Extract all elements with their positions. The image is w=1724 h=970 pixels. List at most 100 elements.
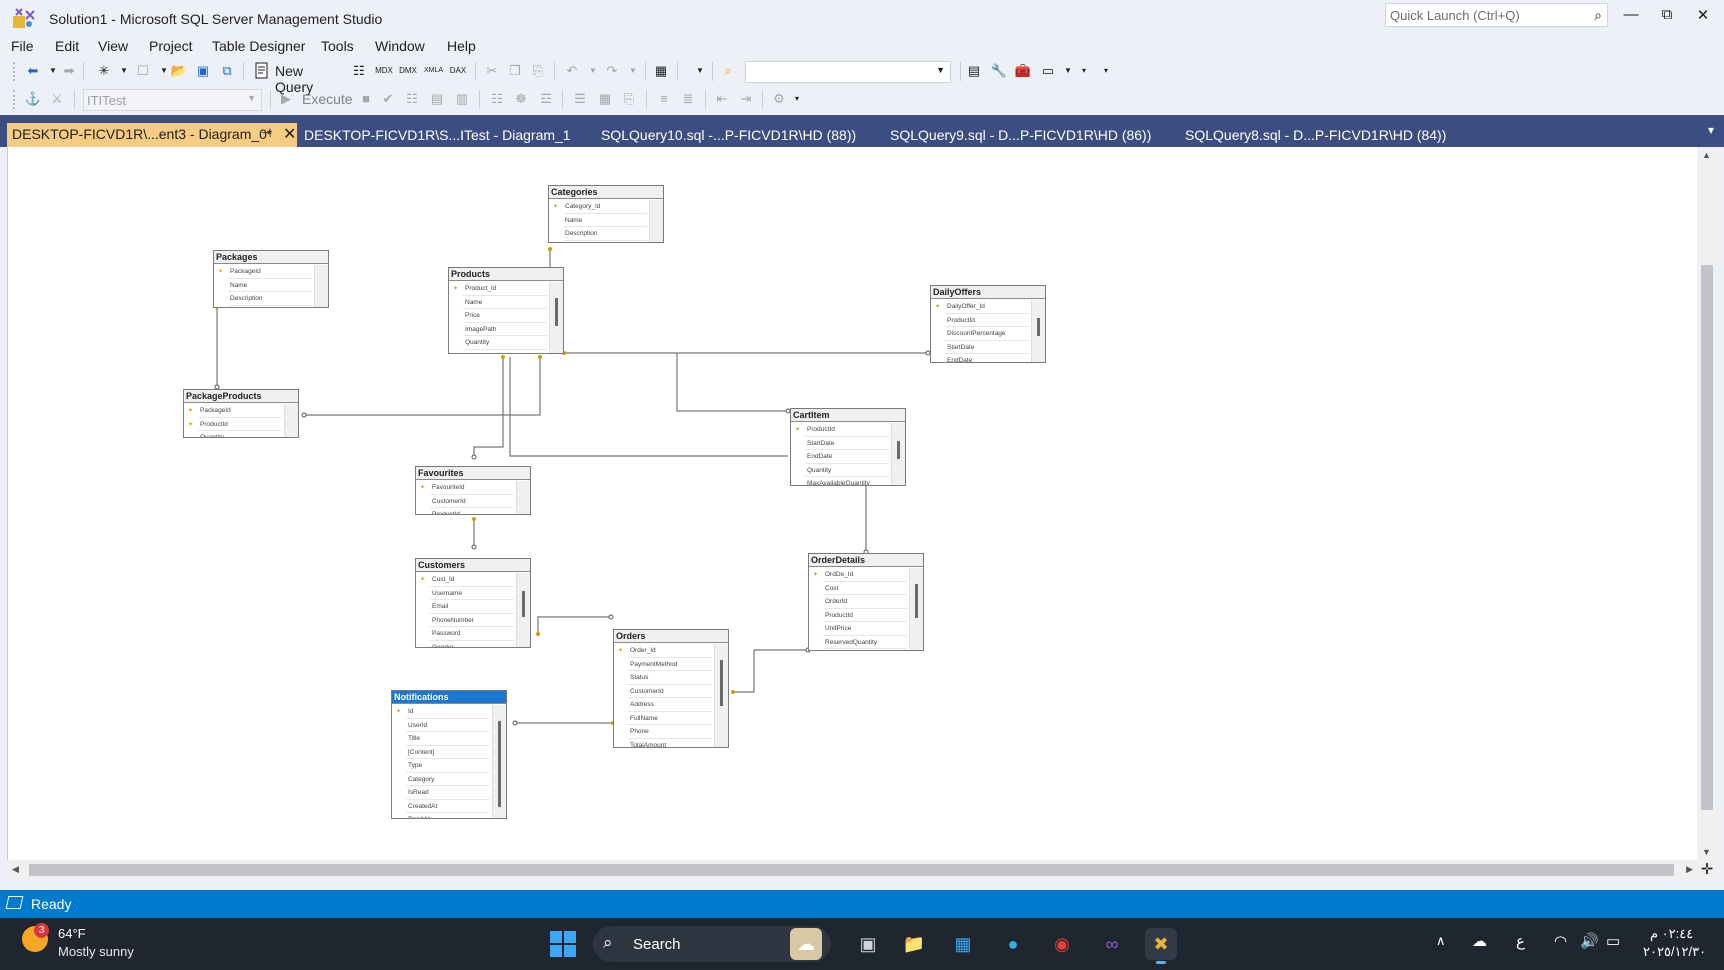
column-row[interactable]: Name (463, 296, 547, 309)
table-header[interactable]: OrderDetails (809, 554, 923, 567)
column-row[interactable]: Description (563, 227, 647, 241)
table-scrollbar[interactable] (714, 644, 728, 747)
toolbar-overflow-icon[interactable]: ▾ (788, 90, 806, 108)
column-row[interactable]: DiscountPercentage (945, 327, 1029, 341)
undo-dropdown-icon[interactable]: ▼ (584, 62, 602, 80)
specify-template-values-icon[interactable]: ⚙ (770, 90, 788, 108)
execute-button[interactable]: Execute (302, 91, 353, 107)
column-row[interactable]: Password (430, 627, 514, 641)
properties-wrench-icon[interactable]: 🔧 (990, 62, 1008, 80)
column-row[interactable]: Description (228, 292, 312, 306)
search-icon[interactable]: ⌕ (1594, 7, 1602, 24)
table-products[interactable]: Products Product_Id ✦ Name Price ImagePath Qua… (448, 267, 564, 354)
column-row[interactable]: CategoryId (463, 350, 547, 354)
table-scroll-thumb[interactable] (498, 721, 501, 807)
tab-sqlquery10[interactable]: SQLQuery10.sql -...P-FICVD1R\HD (88)) (601, 123, 856, 147)
column-row[interactable]: Phone (628, 725, 712, 739)
table-orders[interactable]: Orders Order_Id ✦ PaymentMethod Status Custom… (613, 629, 729, 748)
results-to-grid-icon[interactable]: ▦ (596, 90, 614, 108)
add-item-icon[interactable]: ☐ (134, 62, 152, 80)
table-dailyoffers[interactable]: DailyOffers DailyOffer_Id ✦ ProductId Discou… (930, 285, 1046, 363)
column-row[interactable]: ProductId ✦ (188, 418, 282, 431)
menu-table-designer[interactable]: Table Designer (212, 38, 305, 54)
volume-icon[interactable]: 🔊 (1580, 932, 1599, 950)
database-diagram-canvas[interactable]: Categories Category_Id ✦ Name Description Pa… (7, 147, 1697, 860)
column-row[interactable]: Address (628, 698, 712, 712)
column-row[interactable]: Order_Id ✦ (618, 644, 712, 658)
chrome-browser-icon[interactable]: ◉ (1046, 928, 1078, 960)
ssms-taskbar-icon[interactable]: ✖ (1145, 928, 1177, 964)
menu-window[interactable]: Window (375, 38, 425, 54)
search-highlight-icon[interactable]: ☁ (790, 928, 822, 960)
tab-sqlquery9[interactable]: SQLQuery9.sql - D...P-FICVD1R\HD (86)) (890, 123, 1151, 147)
copy-icon[interactable]: ❐ (506, 62, 524, 80)
table-header[interactable]: Favourites (416, 467, 530, 480)
database-engine-query-icon[interactable]: ☷ (350, 62, 368, 80)
table-notifications[interactable]: Notifications Id ✦ UserId Title [Content] Type… (391, 690, 507, 819)
start-button[interactable] (550, 931, 576, 957)
menu-file[interactable]: File (11, 38, 34, 54)
column-row[interactable]: CustomerId (430, 495, 514, 508)
table-scroll-thumb[interactable] (1037, 318, 1040, 336)
scroll-up-icon[interactable]: ▲ (1702, 150, 1711, 160)
connect-icon[interactable]: ⚓ (24, 90, 42, 108)
column-row[interactable]: ReservedQuantity (823, 636, 907, 649)
column-row[interactable]: ProductId (430, 508, 514, 514)
quick-launch-input[interactable]: Quick Launch (Ctrl+Q) ⌕ (1385, 3, 1608, 27)
table-scroll-thumb[interactable] (720, 660, 723, 706)
cancel-query-icon[interactable]: ■ (357, 90, 375, 108)
cut-icon[interactable]: ✂ (483, 62, 501, 80)
column-row[interactable]: MaxAvailableQuantity (805, 477, 889, 485)
undo-icon[interactable]: ↶ (563, 62, 581, 80)
show-hidden-icons-chevron-icon[interactable]: ∧ (1436, 933, 1446, 949)
column-row[interactable]: Name (563, 214, 647, 227)
redo-dropdown-icon[interactable]: ▼ (624, 62, 642, 80)
onedrive-icon[interactable]: ☁ (1472, 932, 1487, 950)
menu-tools[interactable]: Tools (321, 38, 354, 54)
column-row[interactable]: EndDate (945, 354, 1029, 362)
column-row[interactable]: Quantity (463, 336, 547, 350)
toolbar-options-icon[interactable]: ▾ (1075, 62, 1093, 80)
tab-overflow-icon[interactable]: ▾ (1708, 123, 1714, 137)
actual-plan-icon[interactable]: ☸ (512, 90, 530, 108)
horizontal-scroll-thumb[interactable] (29, 864, 1674, 876)
table-scroll-thumb[interactable] (897, 441, 900, 459)
column-row[interactable]: FullName (628, 712, 712, 725)
menu-project[interactable]: Project (149, 38, 193, 54)
solution-combo[interactable]: ▼ (745, 61, 951, 83)
query-designer-icon[interactable]: ▤ (428, 90, 446, 108)
column-row[interactable]: PackageId ✦ (218, 265, 312, 279)
column-row[interactable]: Email (430, 600, 514, 614)
toolbar-grip[interactable] (13, 62, 17, 81)
new-project-icon[interactable]: ✳ (95, 62, 113, 80)
menu-edit[interactable]: Edit (55, 38, 79, 54)
column-row[interactable]: ProductId ✦ (795, 423, 889, 437)
column-row[interactable]: StartDate (945, 341, 1029, 354)
results-to-text-icon[interactable]: ☰ (571, 90, 589, 108)
toolbar-grip[interactable] (13, 90, 17, 109)
back-icon[interactable]: ⬅ (24, 62, 42, 80)
column-row[interactable]: FavouriteId ✦ (420, 481, 514, 495)
command-window-icon[interactable]: ▭ (1039, 62, 1057, 80)
pan-navigator-icon[interactable]: ✛ (1697, 860, 1717, 880)
weather-temperature[interactable]: 64°F (58, 926, 86, 941)
dmx-query-icon[interactable]: DMX (399, 62, 417, 80)
activity-monitor-icon[interactable]: ▦ (652, 62, 670, 80)
column-row[interactable]: Title (406, 732, 490, 746)
registered-servers-icon[interactable]: ▤ (965, 62, 983, 80)
column-row[interactable]: StartDate (805, 437, 889, 450)
wifi-icon[interactable]: ◠ (1554, 932, 1567, 950)
increase-indent-icon[interactable]: ⇥ (737, 90, 755, 108)
close-window-button[interactable]: ✕ (1688, 6, 1718, 28)
column-row[interactable]: Type (406, 759, 490, 773)
column-row[interactable]: UnitPrice (823, 622, 907, 636)
task-view-icon[interactable]: ▣ (852, 928, 884, 960)
uncomment-icon[interactable]: ≣ (679, 90, 697, 108)
table-scrollbar[interactable] (549, 282, 563, 353)
column-row[interactable]: OrdDe_Id ✦ (813, 568, 907, 582)
column-row[interactable]: Category_Id ✦ (553, 200, 647, 214)
table-categories[interactable]: Categories Category_Id ✦ Name Description (548, 185, 664, 243)
forward-icon[interactable]: ➡ (60, 62, 78, 80)
table-customers[interactable]: Customers Cust_Id ✦ Username Email PhoneNumbe… (415, 558, 531, 648)
table-scrollbar[interactable] (314, 265, 328, 307)
